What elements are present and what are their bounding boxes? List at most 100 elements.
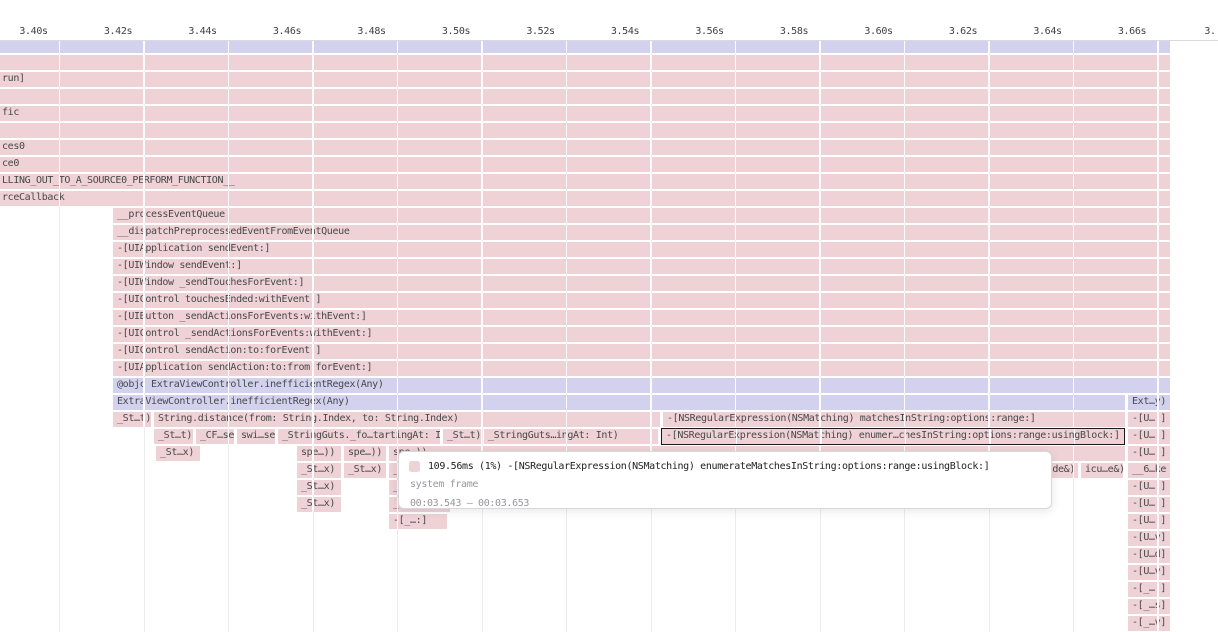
gridline-cut	[312, 191, 314, 206]
flame-bar[interactable]: swi…se	[237, 429, 275, 444]
gridline-cut	[735, 242, 737, 257]
gridline-cut	[228, 242, 230, 257]
gridline-cut	[566, 429, 568, 444]
flame-bar[interactable]: -[U…:]	[1128, 412, 1170, 427]
flame-bar[interactable]	[0, 89, 1170, 104]
gridline-cut	[143, 344, 145, 359]
flame-bar[interactable]: spe…))	[297, 446, 341, 461]
gridline-cut	[59, 191, 61, 206]
gridline-cut	[735, 293, 737, 308]
gridline-cut	[650, 361, 652, 376]
flame-bar[interactable]: -[U…:]	[1128, 480, 1170, 495]
gridline-cut	[1073, 225, 1075, 240]
flame-bar[interactable]: _StringGuts…ingAt: Int)	[484, 429, 658, 444]
flame-bar[interactable]: _St…t)	[154, 429, 193, 444]
flame-bar[interactable]: run]	[0, 72, 1170, 87]
flame-bar-label: _St…t)	[447, 430, 481, 441]
gridline-cut	[143, 310, 145, 325]
flame-bar[interactable]	[0, 41, 1170, 53]
flame-bar[interactable]: -[_…s]	[1128, 599, 1170, 614]
gridline-cut	[59, 72, 61, 87]
flame-bar[interactable]: _StringGuts._fo…tartingAt: Int)	[278, 429, 440, 444]
flame-bar[interactable]: __dispatchPreprocessedEventFromEventQueu…	[113, 225, 1170, 240]
gridline-cut	[566, 344, 568, 359]
flame-bar[interactable]: -[U…:]	[1128, 514, 1170, 529]
flame-bar[interactable]: -[UIControl sendAction:to:forEvent:]	[113, 344, 1170, 359]
flame-bar[interactable]: -[UIApplication sendEvent:]	[113, 242, 1170, 257]
flame-bar[interactable]: spe…))	[344, 446, 386, 461]
flame-bar[interactable]: _St…x)	[344, 463, 386, 478]
gridline-cut	[650, 41, 652, 53]
flame-bar[interactable]: _St…x)	[297, 463, 341, 478]
flame-bar[interactable]: String.distance(from: String.Index, to: …	[154, 412, 660, 427]
gridline-cut	[1157, 531, 1159, 546]
gridline-cut	[1073, 72, 1075, 87]
flame-bar[interactable]	[0, 123, 1170, 138]
gridline-cut	[312, 497, 314, 512]
flame-bar-label: _StringGuts._fo…tartingAt: Int)	[282, 430, 440, 441]
gridline-cut	[650, 208, 652, 223]
gridline-cut	[1157, 123, 1159, 138]
flame-bar[interactable]: @objc ExtraViewController.inefficientReg…	[113, 378, 1170, 393]
flame-bar[interactable]: ce0	[0, 157, 1170, 172]
gridline-cut	[988, 55, 990, 70]
flame-bar[interactable]: _St…t)	[113, 412, 151, 427]
flame-bar[interactable]: -[NSRegularExpression(NSMatching) matche…	[663, 412, 1125, 427]
gridline-cut	[228, 174, 230, 189]
flame-bar[interactable]: ces0	[0, 140, 1170, 155]
gridline-cut	[143, 55, 145, 70]
gridline-cut	[143, 395, 145, 410]
flame-bar[interactable]: -[_…v]	[1128, 616, 1170, 631]
flame-bar[interactable]: _St…t)	[443, 429, 481, 444]
flame-bar[interactable]: -[UIApplication sendAction:to:from:forEv…	[113, 361, 1170, 376]
flame-bar[interactable]: LLING_OUT_TO_A_SOURCE0_PERFORM_FUNCTION_…	[0, 174, 1170, 189]
flame-bar[interactable]: -[U…d]	[1128, 548, 1170, 563]
gridline-cut	[735, 174, 737, 189]
flame-bar[interactable]: -[U…:]	[1128, 446, 1170, 461]
flame-bar[interactable]: rceCallback	[0, 191, 1170, 206]
flame-bar[interactable]: -[UIControl touchesEnded:withEvent:]	[113, 293, 1170, 308]
gridline-cut	[904, 395, 906, 410]
timeline-ruler[interactable]: 3.40s3.42s3.44s3.46s3.48s3.50s3.52s3.54s…	[0, 0, 1218, 41]
flame-bar[interactable]: -[U…:]	[1128, 429, 1170, 444]
flame-bar[interactable]: -[U…:]	[1128, 497, 1170, 512]
gridline-cut	[228, 429, 230, 444]
gridline-cut	[59, 174, 61, 189]
flame-bar[interactable]: ExtraViewController.inefficientRegex(Any…	[113, 395, 1125, 410]
flame-bar[interactable]: _St…x)	[297, 497, 341, 512]
flame-bar[interactable]: fic	[0, 106, 1170, 121]
gridline-cut	[566, 174, 568, 189]
flame-bar[interactable]	[0, 55, 1170, 70]
flame-bar[interactable]: -[_…:]	[1128, 582, 1170, 597]
flame-bar[interactable]: -[UIControl _sendActionsForEvents:withEv…	[113, 327, 1170, 342]
flame-bar[interactable]: _St…x)	[297, 480, 341, 495]
flame-bar[interactable]: -[UIButton _sendActionsForEvents:withEve…	[113, 310, 1170, 325]
flame-bar[interactable]: -[_…:]	[389, 514, 447, 529]
flame-bar[interactable]: _CF…se	[196, 429, 234, 444]
gridline-cut	[1157, 395, 1159, 410]
flame-bar-label: -[U…d]	[1132, 549, 1166, 560]
gridline-cut	[566, 412, 568, 427]
flame-bar[interactable]: Ext…y)	[1128, 395, 1170, 410]
gridline-cut	[1073, 55, 1075, 70]
gridline-cut	[904, 106, 906, 121]
flame-bar[interactable]: -[U…v]	[1128, 531, 1170, 546]
flame-bar-selected[interactable]: -[NSRegularExpression(NSMatching) enumer…	[661, 428, 1125, 445]
gridline-cut	[143, 361, 145, 376]
gridline-cut	[143, 225, 145, 240]
flame-bar[interactable]: -[UIWindow sendEvent:]	[113, 259, 1170, 274]
gridline-cut	[988, 72, 990, 87]
flame-bar-label: -[U…:]	[1132, 447, 1166, 458]
gridline-cut	[735, 310, 737, 325]
flame-bar[interactable]: _St…x)	[156, 446, 200, 461]
gridline-cut	[228, 395, 230, 410]
gridline-cut	[819, 89, 821, 104]
flame-bar[interactable]: -[U…v]	[1128, 565, 1170, 580]
flame-bar-label: -[UIControl sendAction:to:forEvent:]	[117, 345, 321, 356]
flame-bar[interactable]: __6…ke	[1128, 463, 1170, 478]
gridline-cut	[228, 225, 230, 240]
gridline-cut	[1157, 463, 1159, 478]
flame-bar[interactable]: __processEventQueue	[113, 208, 1170, 223]
flame-bar[interactable]: icu…e&)	[1081, 463, 1123, 478]
flame-bar[interactable]: -[UIWindow _sendTouchesForEvent:]	[113, 276, 1170, 291]
